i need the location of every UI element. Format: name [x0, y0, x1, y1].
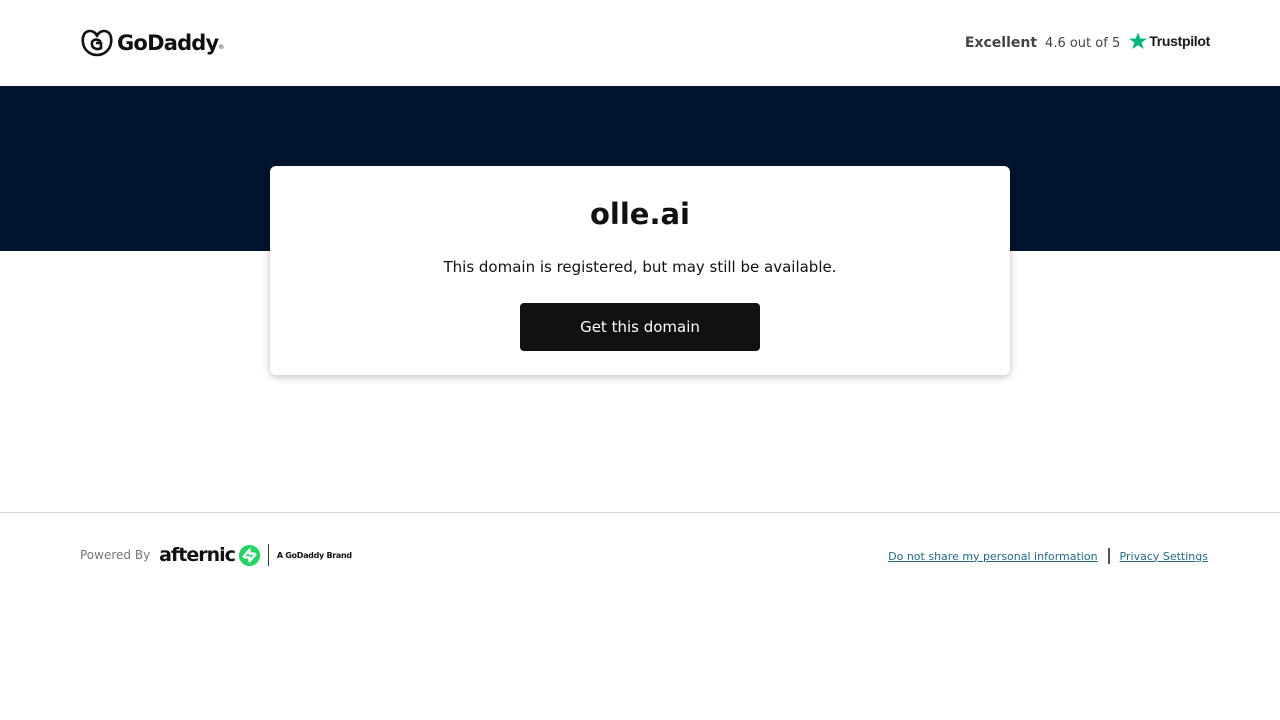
footer-divider	[0, 512, 1280, 513]
powered-by: Powered By afternic A GoDaddy Brand	[80, 540, 352, 570]
footer-links: Do not share my personal information Pri…	[888, 548, 1208, 564]
godaddy-logo[interactable]: GoDaddy ®	[81, 28, 224, 58]
do-not-share-link[interactable]: Do not share my personal information	[888, 550, 1097, 563]
trustpilot-star-icon	[1129, 32, 1148, 49]
trustpilot-rating[interactable]: Excellent 4.6 out of 5 Trustpilot	[965, 30, 1210, 56]
godaddy-brand-tag: A GoDaddy Brand	[276, 550, 352, 560]
logo-text: GoDaddy	[117, 31, 219, 55]
rating-word: Excellent	[964, 35, 1038, 51]
get-domain-button[interactable]: Get this domain	[520, 303, 760, 351]
rating-score: 4.6 out of 5	[1045, 35, 1121, 51]
domain-card: olle.ai This domain is registered, but m…	[270, 166, 1010, 375]
site-header: GoDaddy ® Excellent 4.6 out of 5 Trustpi…	[0, 0, 1280, 86]
link-separator	[1107, 548, 1110, 564]
powered-by-label: Powered By	[80, 548, 151, 562]
brand-separator	[267, 544, 269, 566]
domain-title: olle.ai	[590, 197, 690, 231]
afternic-icon	[238, 544, 260, 566]
afternic-logo-text: afternic	[159, 544, 236, 566]
privacy-settings-link[interactable]: Privacy Settings	[1120, 550, 1208, 563]
trustpilot-name: Trustpilot	[1149, 33, 1210, 49]
logo-trademark: ®	[218, 44, 225, 51]
godaddy-logo-icon	[81, 29, 113, 57]
domain-message: This domain is registered, but may still…	[443, 258, 837, 276]
